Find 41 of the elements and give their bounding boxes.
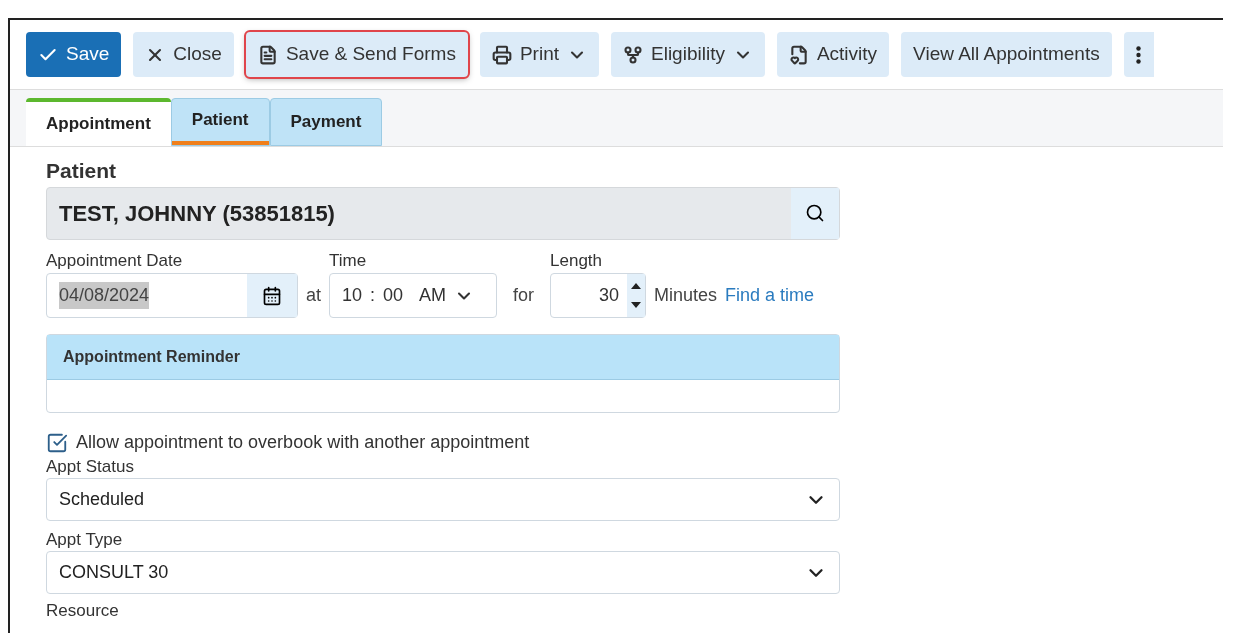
tab[interactable]: Patient xyxy=(170,98,270,146)
dropdown-field[interactable]: CONSULT 30 xyxy=(46,551,840,594)
length-field[interactable]: 30 xyxy=(550,273,647,318)
search-icon xyxy=(805,203,825,223)
checkbox[interactable] xyxy=(46,431,68,454)
field-label: Time xyxy=(329,249,368,272)
field-label: Length xyxy=(550,249,604,272)
at-text: at xyxy=(306,284,321,307)
panel-title: Appointment Reminder xyxy=(47,335,839,380)
more-button[interactable] xyxy=(1123,32,1154,77)
date-field[interactable]: 04/08/2024 xyxy=(46,273,298,318)
more-icon xyxy=(1136,45,1142,64)
toolbar-button[interactable]: Close xyxy=(133,32,234,77)
field-label: Appt Status xyxy=(46,456,135,478)
search-button[interactable] xyxy=(791,187,839,239)
toolbar-button[interactable]: Save & Send Forms xyxy=(245,32,468,77)
toolbar-button[interactable]: Activity xyxy=(776,32,890,77)
save-button[interactable]: Save xyxy=(26,32,122,77)
for-text: for xyxy=(512,284,536,307)
tab[interactable]: Payment xyxy=(269,98,383,146)
time-field[interactable]: 10 : 00 AM xyxy=(329,273,497,318)
dropdown-field[interactable]: Scheduled xyxy=(46,478,840,521)
minutes-text: Minutes xyxy=(654,284,718,307)
printer-icon xyxy=(491,44,512,65)
toolbar-button[interactable]: Print xyxy=(479,32,599,77)
calendar-icon xyxy=(262,285,282,306)
field-label: Appointment Date xyxy=(46,249,184,272)
checkbox-label: Allow appointment to overbook with another appointment xyxy=(76,431,530,454)
field-label: Appt Type xyxy=(46,529,124,551)
patient-field[interactable]: TEST, JOHNNY (53851815) xyxy=(46,186,840,240)
field-label: Patient xyxy=(46,158,117,184)
find-a-time-link[interactable]: Find a time xyxy=(725,273,815,318)
field-label: Resource xyxy=(46,600,120,622)
toolbar-button[interactable]: Eligibility xyxy=(611,32,765,77)
document-icon xyxy=(788,44,809,65)
fork-icon xyxy=(623,44,643,65)
tab[interactable]: Appointment xyxy=(26,98,171,146)
document-icon xyxy=(257,44,278,65)
toolbar-button[interactable]: View All Appointments xyxy=(901,32,1112,77)
calendar-button[interactable] xyxy=(247,274,297,317)
spinner-icon[interactable] xyxy=(627,274,646,317)
